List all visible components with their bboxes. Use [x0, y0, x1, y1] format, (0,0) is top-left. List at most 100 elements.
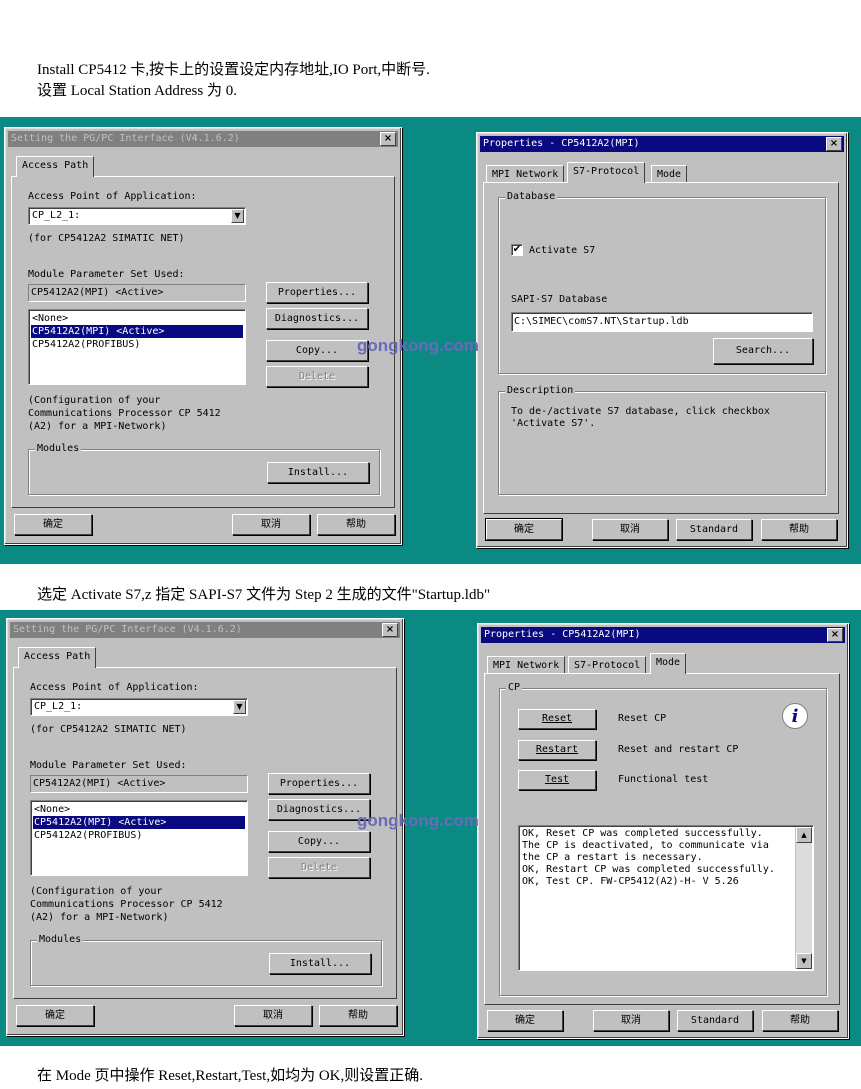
list-item[interactable]: <None> — [31, 312, 243, 325]
module-param-label: Module Parameter Set Used: — [28, 269, 185, 280]
restart-button-label: Restart — [535, 744, 579, 755]
install-button[interactable]: Install... — [267, 462, 369, 483]
message-line: OK, Reset CP was completed successfully. — [522, 828, 763, 839]
access-point-value: CP_L2_1: — [32, 210, 81, 221]
list-item[interactable]: CP5412A2(MPI) <Active> — [31, 325, 243, 338]
pgpc-interface-window: Setting the PG/PC Interface (V4.1.6.2) ×… — [4, 127, 402, 545]
diagnostics-button[interactable]: Diagnostics... — [268, 799, 370, 820]
reset-desc: Reset CP — [618, 713, 667, 724]
modules-group-title: Modules — [35, 443, 82, 454]
intro-line-1: Install CP5412 卡,按卡上的设置设定内存地址,IO Port,中断… — [37, 62, 430, 78]
cancel-button[interactable]: 取消 — [592, 519, 668, 540]
copy-button[interactable]: Copy... — [266, 340, 368, 361]
cp-group-title: CP — [506, 682, 523, 693]
close-icon[interactable]: × — [380, 132, 396, 146]
close-icon[interactable]: × — [382, 623, 398, 637]
watermark: gongkong.com — [357, 811, 479, 830]
module-param-text: CP5412A2(MPI) <Active> — [31, 287, 164, 298]
scroll-up-icon[interactable]: ▲ — [796, 827, 812, 843]
copy-button[interactable]: Copy... — [268, 831, 370, 852]
properties-titlebar[interactable]: Properties - CP5412A2(MPI) × — [481, 627, 845, 643]
vertical-scrollbar[interactable]: ▲ ▼ — [795, 827, 812, 969]
chevron-down-icon[interactable]: ▼ — [233, 700, 246, 714]
description-line-2: 'Activate S7'. — [511, 418, 596, 429]
ok-button[interactable]: 确定 — [14, 514, 92, 535]
pgpc-titlebar[interactable]: Setting the PG/PC Interface (V4.1.6.2) × — [10, 622, 400, 638]
chevron-down-icon[interactable]: ▼ — [231, 209, 244, 223]
tab-mpi-network-label: MPI Network — [492, 169, 559, 180]
pgpc-title: Setting the PG/PC Interface (V4.1.6.2) — [11, 133, 240, 144]
s7-protocol-panel: Database ✔ Activate S7 SAPI-S7 Database … — [483, 182, 839, 514]
close-icon[interactable]: × — [826, 137, 842, 151]
help-button[interactable]: 帮助 — [761, 519, 837, 540]
sapi-db-input[interactable]: C:\SIMEC\comS7.NT\Startup.ldb — [511, 312, 813, 332]
delete-button[interactable]: Delete — [266, 366, 368, 387]
description-group: Description To de-/activate S7 database,… — [498, 385, 826, 495]
properties-window-s7: Properties - CP5412A2(MPI) × MPI Network… — [476, 132, 848, 548]
restart-desc: Reset and restart CP — [618, 744, 739, 755]
cp-group: CP Reset Reset CP Restart Reset and rest… — [499, 682, 827, 996]
activate-s7-checkbox[interactable]: ✔ — [511, 244, 523, 256]
standard-button[interactable]: Standard — [676, 519, 752, 540]
cancel-button[interactable]: 取消 — [234, 1005, 312, 1026]
tab-s7-protocol[interactable]: S7-Protocol — [567, 162, 646, 183]
access-point-label: Access Point of Application: — [28, 191, 197, 202]
ok-button[interactable]: 确定 — [485, 518, 563, 541]
modules-group: Modules Install... — [30, 934, 382, 986]
activate-s7-label[interactable]: Activate S7 — [529, 245, 595, 256]
ok-button[interactable]: 确定 — [16, 1005, 94, 1026]
module-param-text: CP5412A2(MPI) <Active> — [33, 778, 166, 789]
module-param-list[interactable]: <None> CP5412A2(MPI) <Active> CP5412A2(P… — [30, 800, 248, 876]
help-button[interactable]: 帮助 — [762, 1010, 838, 1031]
cancel-button[interactable]: 取消 — [232, 514, 310, 535]
pgpc-titlebar[interactable]: Setting the PG/PC Interface (V4.1.6.2) × — [8, 131, 398, 147]
delete-button[interactable]: Delete — [268, 857, 370, 878]
test-button[interactable]: Test — [518, 770, 596, 790]
description-group-title: Description — [505, 385, 576, 396]
help-button[interactable]: 帮助 — [319, 1005, 397, 1026]
tab-mpi-network[interactable]: MPI Network — [487, 656, 566, 674]
module-param-value: CP5412A2(MPI) <Active> — [30, 775, 248, 793]
database-group: Database ✔ Activate S7 SAPI-S7 Database … — [498, 191, 826, 374]
search-button[interactable]: Search... — [713, 338, 813, 364]
ok-button[interactable]: 确定 — [487, 1010, 563, 1031]
access-point-label: Access Point of Application: — [30, 682, 199, 693]
properties-button[interactable]: Properties... — [268, 773, 370, 794]
watermark: gongkong.com — [357, 336, 479, 355]
module-param-value: CP5412A2(MPI) <Active> — [28, 284, 246, 302]
tab-mpi-network[interactable]: MPI Network — [486, 165, 565, 183]
module-param-list[interactable]: <None> CP5412A2(MPI) <Active> CP5412A2(P… — [28, 309, 246, 385]
access-point-select[interactable]: CP_L2_1: ▼ — [30, 698, 248, 716]
access-point-select[interactable]: CP_L2_1: ▼ — [28, 207, 246, 225]
help-button[interactable]: 帮助 — [317, 514, 395, 535]
tab-s7-protocol[interactable]: S7-Protocol — [568, 656, 647, 674]
status-messages[interactable]: OK, Reset CP was completed successfully.… — [518, 825, 814, 971]
install-button[interactable]: Install... — [269, 953, 371, 974]
tab-access-path[interactable]: Access Path — [16, 156, 95, 177]
sapi-db-label: SAPI-S7 Database — [511, 294, 608, 305]
list-item[interactable]: CP5412A2(MPI) <Active> — [33, 816, 245, 829]
properties-title: Properties - CP5412A2(MPI) — [483, 138, 640, 149]
diagnostics-button[interactable]: Diagnostics... — [266, 308, 368, 329]
reset-button[interactable]: Reset — [518, 709, 596, 729]
properties-button[interactable]: Properties... — [266, 282, 368, 303]
config-note-2: Communications Processor CP 5412 — [30, 899, 223, 910]
tab-access-path[interactable]: Access Path — [18, 647, 97, 668]
tab-mode[interactable]: Mode — [651, 165, 688, 183]
message-line: the CP a restart is necessary. — [522, 852, 703, 863]
scroll-down-icon[interactable]: ▼ — [796, 953, 812, 969]
access-path-panel: Access Point of Application: CP_L2_1: ▼ … — [13, 667, 397, 999]
list-item[interactable]: CP5412A2(PROFIBUS) — [33, 829, 245, 842]
properties-title: Properties - CP5412A2(MPI) — [484, 629, 641, 640]
modules-group: Modules Install... — [28, 443, 380, 495]
caption-middle: 选定 Activate S7,z 指定 SAPI-S7 文件为 Step 2 生… — [37, 587, 491, 603]
list-item[interactable]: <None> — [33, 803, 245, 816]
list-item[interactable]: CP5412A2(PROFIBUS) — [31, 338, 243, 351]
module-param-label: Module Parameter Set Used: — [30, 760, 187, 771]
cancel-button[interactable]: 取消 — [593, 1010, 669, 1031]
close-icon[interactable]: × — [827, 628, 843, 642]
tab-mode[interactable]: Mode — [650, 653, 687, 674]
properties-titlebar[interactable]: Properties - CP5412A2(MPI) × — [480, 136, 844, 152]
restart-button[interactable]: Restart — [518, 740, 596, 760]
standard-button[interactable]: Standard — [677, 1010, 753, 1031]
